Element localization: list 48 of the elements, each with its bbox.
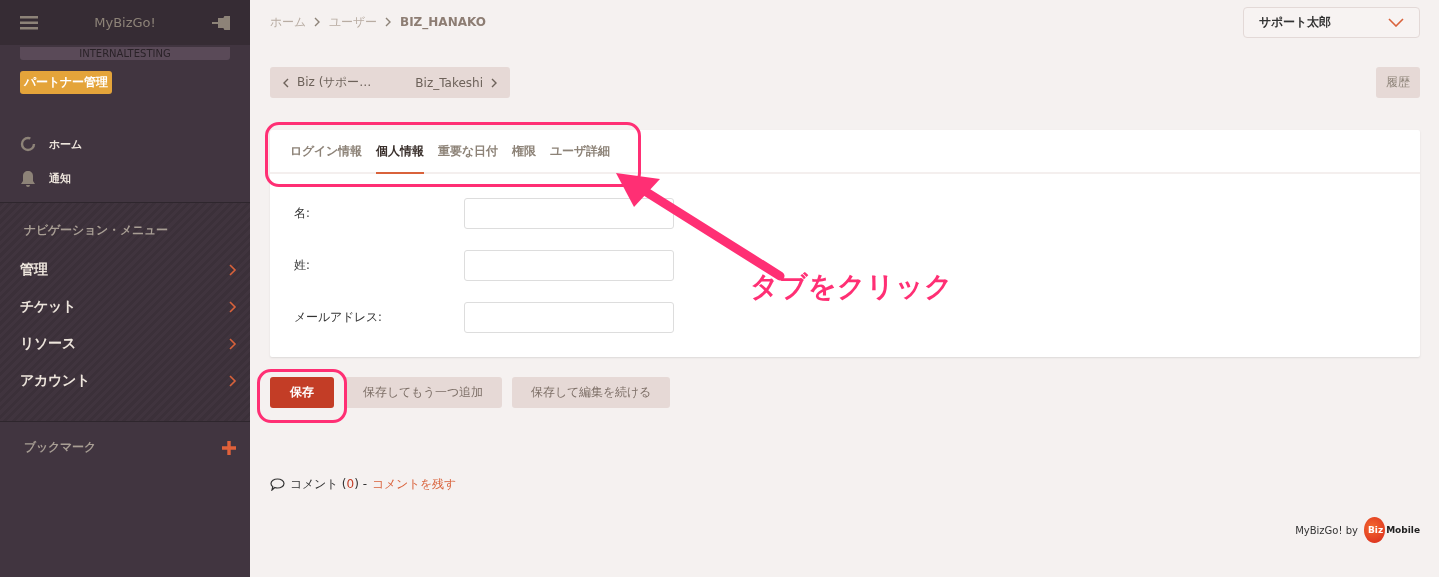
chevron-right-icon <box>491 77 498 88</box>
ring-icon <box>20 136 36 152</box>
comment-count-text: コメント (0) - <box>290 476 367 493</box>
chevron-right-icon <box>229 337 237 350</box>
tab[interactable]: 個人情報 <box>376 130 424 174</box>
sidebar-item[interactable]: 通知 <box>0 161 250 195</box>
sidebar-item[interactable]: ホーム <box>0 127 250 161</box>
tab[interactable]: 重要な日付 <box>438 130 498 174</box>
field-label: 名: <box>294 206 311 221</box>
user-dropdown[interactable]: サポート太郎 <box>1243 6 1420 38</box>
bell-icon <box>20 169 36 187</box>
chevron-right-icon <box>385 17 392 27</box>
chevron-down-icon <box>1388 17 1404 27</box>
callout-text: タブをクリック <box>750 269 953 305</box>
tab[interactable]: 権限 <box>512 130 536 174</box>
company-logo: Biz Mobile <box>1363 517 1420 543</box>
tab[interactable]: ログイン情報 <box>290 130 362 174</box>
menu-icon[interactable] <box>20 15 38 30</box>
pin-icon[interactable] <box>212 15 230 30</box>
previous-link[interactable]: Biz (サポー… <box>282 74 372 91</box>
nav-item[interactable]: リソース <box>0 325 250 362</box>
save-button[interactable]: 保存 <box>270 377 334 408</box>
plus-icon[interactable] <box>222 440 236 455</box>
chevron-right-icon <box>229 300 237 313</box>
action-button[interactable]: 保存して編集を続ける <box>512 377 670 408</box>
nav-item[interactable]: アカウント <box>0 362 250 399</box>
input-field[interactable] <box>464 198 674 229</box>
leave-comment-link[interactable]: コメントを残す <box>371 476 456 493</box>
field-label: 姓: <box>294 258 311 273</box>
tab[interactable]: ユーザ詳細 <box>550 130 610 174</box>
footer-credit: MyBizGo! by <box>1295 524 1358 536</box>
next-link[interactable]: Biz_Takeshi <box>415 75 498 90</box>
nav-item[interactable]: 管理 <box>0 251 250 288</box>
chevron-right-icon <box>314 17 321 27</box>
action-button[interactable]: 保存してもう一つ追加 <box>344 377 502 408</box>
input-field[interactable] <box>464 302 674 333</box>
chevron-left-icon <box>282 77 289 88</box>
breadcrumb-current: BIZ_HANAKO <box>400 15 486 29</box>
history-button[interactable]: 履歴 <box>1376 67 1420 98</box>
chevron-right-icon <box>229 263 237 276</box>
chevron-right-icon <box>229 374 237 387</box>
section-heading: ブックマーク <box>24 440 96 455</box>
section-heading: ナビゲーション・メニュー <box>23 223 169 239</box>
input-field[interactable] <box>464 250 674 281</box>
speech-bubble-icon <box>270 478 285 491</box>
field-label: メールアドレス: <box>294 310 383 325</box>
app-title: MyBizGo! <box>94 15 156 30</box>
nav-item[interactable]: チケット <box>0 288 250 325</box>
